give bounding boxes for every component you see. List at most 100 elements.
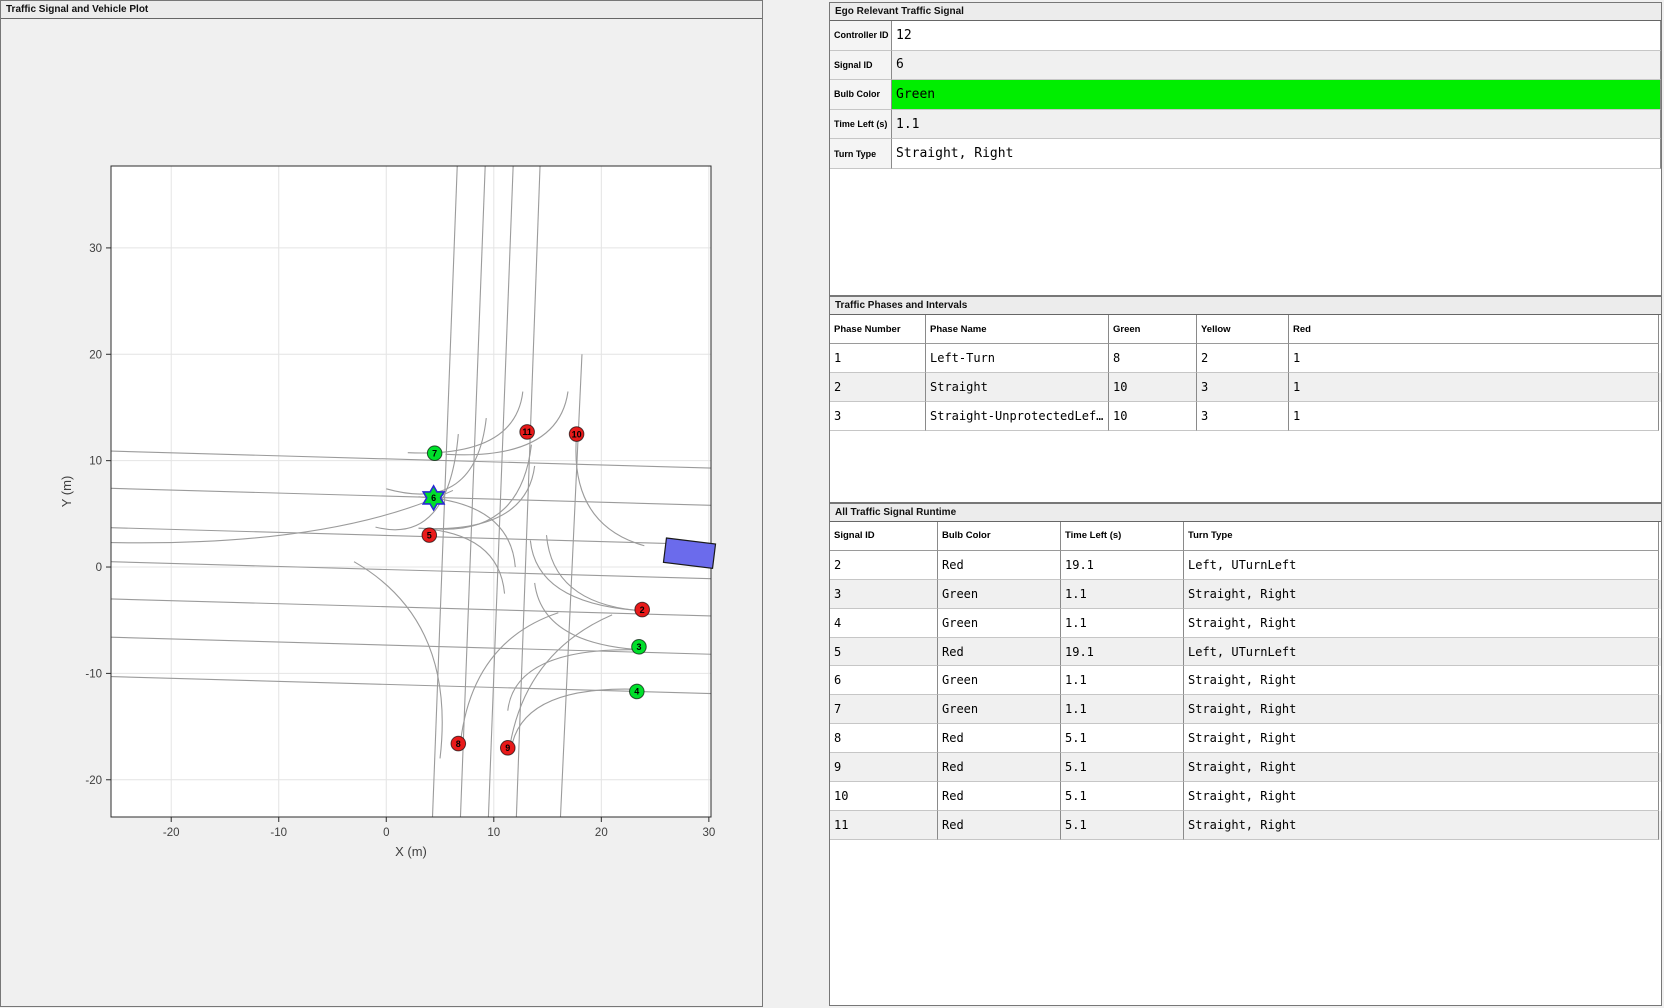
y-tick-label: -20 — [85, 775, 102, 787]
table-cell[interactable]: Left, UTurnLeft — [1184, 638, 1659, 667]
row-value[interactable]: Straight, Right — [892, 139, 1661, 169]
table-cell[interactable]: Red — [938, 753, 1061, 782]
row-label: Controller ID — [830, 21, 892, 51]
table-cell[interactable]: 2 — [830, 373, 926, 402]
runtime-table: Signal IDBulb ColorTime Left (s)Turn Typ… — [830, 522, 1661, 840]
column-header: Phase Number — [830, 315, 926, 344]
table-cell[interactable]: Straight, Right — [1184, 666, 1659, 695]
table-cell[interactable]: 9 — [830, 753, 938, 782]
table-cell[interactable]: 5.1 — [1061, 811, 1184, 840]
signal-id-label: 2 — [640, 605, 645, 615]
table-cell[interactable]: 1 — [1289, 373, 1659, 402]
table-cell[interactable]: 10 — [830, 782, 938, 811]
table-cell[interactable]: 1.1 — [1061, 580, 1184, 609]
table-cell[interactable]: 19.1 — [1061, 638, 1184, 667]
y-tick-label: 10 — [89, 456, 102, 468]
table-row[interactable]: Turn TypeStraight, Right — [830, 139, 1661, 169]
table-row[interactable]: 5Red19.1Left, UTurnLeft — [830, 638, 1661, 667]
table-row[interactable]: Signal ID6 — [830, 51, 1661, 81]
table-cell[interactable]: 1.1 — [1061, 695, 1184, 724]
table-cell[interactable]: Red — [938, 811, 1061, 840]
table-cell[interactable]: 7 — [830, 695, 938, 724]
table-row[interactable]: 2Straight1031 — [830, 373, 1661, 402]
table-cell[interactable]: Red — [938, 724, 1061, 753]
table-cell[interactable]: 1 — [1289, 344, 1659, 373]
table-cell[interactable]: 1 — [1289, 402, 1659, 431]
table-row[interactable]: 8Red5.1Straight, Right — [830, 724, 1661, 753]
signal-marker-4: 4 — [630, 684, 645, 699]
ego-signal-panel-title: Ego Relevant Traffic Signal — [830, 3, 1661, 21]
table-row[interactable]: 4Green1.1Straight, Right — [830, 609, 1661, 638]
table-cell[interactable]: Red — [938, 638, 1061, 667]
plot-panel-title: Traffic Signal and Vehicle Plot — [1, 1, 762, 19]
table-cell[interactable]: Green — [938, 666, 1061, 695]
table-cell[interactable]: 3 — [830, 580, 938, 609]
table-row[interactable]: 6Green1.1Straight, Right — [830, 666, 1661, 695]
table-row[interactable]: 7Green1.1Straight, Right — [830, 695, 1661, 724]
table-row[interactable]: 3Green1.1Straight, Right — [830, 580, 1661, 609]
table-row[interactable]: 2Red19.1Left, UTurnLeft — [830, 551, 1661, 580]
table-cell[interactable]: 19.1 — [1061, 551, 1184, 580]
table-cell[interactable]: Straight, Right — [1184, 580, 1659, 609]
y-tick-label: 30 — [89, 243, 102, 255]
table-cell[interactable]: 10 — [1109, 402, 1197, 431]
table-cell[interactable]: 11 — [830, 811, 938, 840]
table-cell[interactable]: Straight, Right — [1184, 811, 1659, 840]
table-cell[interactable]: 8 — [830, 724, 938, 753]
table-cell[interactable]: Straight — [926, 373, 1109, 402]
column-header: Red — [1289, 315, 1659, 344]
column-header: Yellow — [1197, 315, 1289, 344]
table-cell[interactable]: 1.1 — [1061, 609, 1184, 638]
x-axis-label: X (m) — [395, 844, 427, 859]
table-cell[interactable]: Straight, Right — [1184, 609, 1659, 638]
signal-marker-3: 3 — [632, 640, 647, 655]
table-cell[interactable]: 5.1 — [1061, 753, 1184, 782]
table-cell[interactable]: 4 — [830, 609, 938, 638]
runtime-panel-title: All Traffic Signal Runtime — [830, 504, 1661, 522]
column-header: Turn Type — [1184, 522, 1659, 551]
table-cell[interactable]: Straight-UnprotectedLef… — [926, 402, 1109, 431]
table-row[interactable]: Bulb ColorGreen — [830, 80, 1661, 110]
table-row[interactable]: 11Red5.1Straight, Right — [830, 811, 1661, 840]
table-cell[interactable]: 6 — [830, 666, 938, 695]
table-row[interactable]: 10Red5.1Straight, Right — [830, 782, 1661, 811]
table-cell[interactable]: 5.1 — [1061, 782, 1184, 811]
table-cell[interactable]: Straight, Right — [1184, 724, 1659, 753]
table-cell[interactable]: 3 — [1197, 402, 1289, 431]
signal-id-label: 8 — [456, 739, 461, 749]
table-cell[interactable]: 3 — [830, 402, 926, 431]
table-cell[interactable]: 1 — [830, 344, 926, 373]
table-cell[interactable]: 5 — [830, 638, 938, 667]
table-row[interactable]: Controller ID12 — [830, 21, 1661, 51]
table-cell[interactable]: Red — [938, 551, 1061, 580]
plot-panel: -20-100102030-20-100102030X (m)Y (m)7651… — [0, 0, 763, 1007]
signal-id-label: 3 — [636, 642, 641, 652]
table-cell[interactable]: Green — [938, 580, 1061, 609]
table-cell[interactable]: Left, UTurnLeft — [1184, 551, 1659, 580]
row-value[interactable]: 12 — [892, 21, 1661, 51]
signal-id-label: 5 — [427, 530, 432, 540]
table-cell[interactable]: 1.1 — [1061, 666, 1184, 695]
table-cell[interactable]: 3 — [1197, 373, 1289, 402]
table-cell[interactable]: Green — [938, 695, 1061, 724]
signal-id-label: 9 — [505, 743, 510, 753]
row-value[interactable]: Green — [892, 80, 1661, 110]
row-value[interactable]: 1.1 — [892, 110, 1661, 140]
table-row[interactable]: 9Red5.1Straight, Right — [830, 753, 1661, 782]
table-cell[interactable]: 8 — [1109, 344, 1197, 373]
table-cell[interactable]: Straight, Right — [1184, 782, 1659, 811]
table-row[interactable]: 3Straight-UnprotectedLef…1031 — [830, 402, 1661, 431]
ego-vehicle — [663, 538, 715, 568]
table-cell[interactable]: Straight, Right — [1184, 753, 1659, 782]
table-row[interactable]: 1Left-Turn821 — [830, 344, 1661, 373]
table-cell[interactable]: 2 — [830, 551, 938, 580]
table-row[interactable]: Time Left (s)1.1 — [830, 110, 1661, 140]
row-value[interactable]: 6 — [892, 51, 1661, 81]
table-cell[interactable]: Red — [938, 782, 1061, 811]
table-cell[interactable]: Green — [938, 609, 1061, 638]
table-cell[interactable]: Straight, Right — [1184, 695, 1659, 724]
table-cell[interactable]: 10 — [1109, 373, 1197, 402]
table-cell[interactable]: 5.1 — [1061, 724, 1184, 753]
table-cell[interactable]: 2 — [1197, 344, 1289, 373]
table-cell[interactable]: Left-Turn — [926, 344, 1109, 373]
